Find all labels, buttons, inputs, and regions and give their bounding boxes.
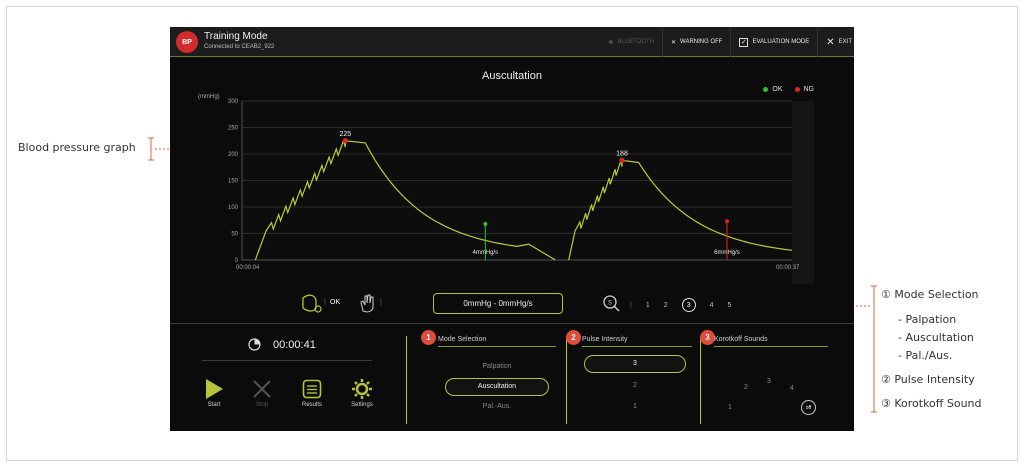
peak-marker bbox=[342, 138, 348, 144]
zoom-icon[interactable]: S bbox=[602, 294, 622, 314]
svg-text:S: S bbox=[608, 301, 612, 307]
y-tick-label: 250 bbox=[228, 126, 239, 132]
annotation-mode: ① Mode Selection bbox=[881, 288, 979, 301]
hand-icon[interactable] bbox=[358, 293, 376, 313]
gear-icon bbox=[352, 379, 372, 399]
plot-right-strip bbox=[792, 101, 814, 284]
korotkoff-badge: 3 bbox=[700, 330, 715, 345]
stop-x-icon bbox=[253, 380, 271, 398]
annotation-pulse: ② Pulse Intensity bbox=[881, 373, 975, 386]
panel-divider-3 bbox=[700, 336, 701, 424]
pulse-badge: 2 bbox=[566, 330, 581, 345]
annotation-bp-graph: Blood pressure graph bbox=[18, 141, 136, 154]
y-tick-label: 300 bbox=[228, 99, 239, 105]
annotation-mode-item-2: - Auscultation bbox=[898, 331, 974, 344]
mode-option-auscultation[interactable]: Auscultation bbox=[445, 378, 549, 396]
start-button[interactable]: Start bbox=[194, 376, 234, 408]
panel-divider-1 bbox=[406, 336, 407, 424]
peak-label: 225 bbox=[339, 131, 351, 138]
control-panel: 00:00:41 Start Stop Results Settings 1 M… bbox=[170, 323, 854, 431]
start-label: Start bbox=[207, 402, 221, 408]
zoom-option-1[interactable]: 1 bbox=[646, 302, 650, 309]
mode-option-pal-aus[interactable]: Pal.-Aus. bbox=[445, 400, 549, 414]
settings-button[interactable]: Settings bbox=[342, 376, 382, 408]
stop-button[interactable]: Stop bbox=[242, 376, 282, 408]
cuff-icon bbox=[302, 294, 322, 313]
y-tick-label: 0 bbox=[235, 258, 239, 264]
korotkoff-level-3[interactable]: 3 bbox=[767, 378, 771, 385]
korotkoff-title: Korotkoff Sounds bbox=[714, 336, 828, 347]
zoom-option-5[interactable]: 5 bbox=[728, 302, 732, 309]
clock-icon bbox=[248, 338, 261, 351]
timer-value: 00:00:41 bbox=[273, 338, 316, 351]
korotkoff-level-4[interactable]: 4 bbox=[790, 385, 794, 392]
annotation-mode-item-3: - Pal./Aus. bbox=[898, 349, 953, 362]
mode-option-palpation[interactable]: Palpation bbox=[445, 360, 549, 374]
y-tick-label: 50 bbox=[231, 232, 238, 238]
korotkoff-off-button[interactable]: off bbox=[801, 400, 816, 415]
deflation-rate-point bbox=[725, 219, 729, 224]
timer: 00:00:41 bbox=[248, 338, 316, 351]
zoom-option-3[interactable]: 3 bbox=[681, 298, 696, 312]
settings-label: Settings bbox=[351, 402, 373, 408]
play-icon bbox=[206, 379, 223, 399]
peak-label: 188 bbox=[616, 150, 628, 157]
cuff-status: OK bbox=[330, 299, 341, 306]
deflation-rate-label: 6mmHg/s bbox=[714, 250, 740, 256]
stop-label: Stop bbox=[255, 402, 269, 408]
deflation-rate-point bbox=[483, 221, 488, 226]
mode-badge: 1 bbox=[421, 330, 436, 345]
rate-display: 0mmHg - 0mmHg/s bbox=[433, 293, 563, 314]
zoom-option-2[interactable]: 2 bbox=[664, 302, 668, 309]
y-tick-label: 100 bbox=[228, 205, 239, 211]
time-end: 00:00:37 bbox=[776, 265, 800, 271]
pulse-intensity-title: Pulse Intensity bbox=[582, 336, 692, 347]
peak-marker bbox=[619, 157, 625, 163]
bp-plot: 0 50 100 150 200 250 300 225 4mmHg/s 188 6mmHg/s bbox=[228, 99, 814, 284]
y-tick-label: 200 bbox=[228, 152, 239, 158]
results-button[interactable]: Results bbox=[292, 376, 332, 408]
results-list-icon bbox=[302, 379, 322, 399]
device-screen: BP Training Mode Connected to CEAB2_922 … bbox=[170, 27, 854, 431]
results-label: Results bbox=[301, 402, 322, 408]
mode-selection-title: Mode Selection bbox=[438, 336, 556, 347]
pulse-option-3[interactable]: 3 bbox=[584, 355, 686, 373]
deflation-rate-label: 4mmHg/s bbox=[472, 250, 498, 256]
korotkoff-level-2[interactable]: 2 bbox=[744, 384, 748, 391]
time-start: 00:00:04 bbox=[236, 265, 260, 271]
graph-controls: | OK | 0mmHg - 0mmHg/s S | 1 2 3 4 5 bbox=[170, 289, 854, 319]
zoom-selector: | 1 2 3 4 5 bbox=[630, 298, 731, 312]
annotation-mode-item-1: - Palpation bbox=[898, 313, 957, 326]
pulse-option-1[interactable]: 1 bbox=[584, 400, 686, 414]
y-tick-label: 150 bbox=[228, 179, 239, 185]
pulse-option-2[interactable]: 2 bbox=[584, 379, 686, 393]
timer-divider bbox=[202, 360, 372, 361]
zoom-option-4[interactable]: 4 bbox=[710, 302, 714, 309]
panel-divider-2 bbox=[566, 336, 567, 424]
korotkoff-level-1[interactable]: 1 bbox=[728, 404, 732, 411]
annotation-korotkoff: ③ Korotkoff Sound bbox=[881, 397, 982, 410]
